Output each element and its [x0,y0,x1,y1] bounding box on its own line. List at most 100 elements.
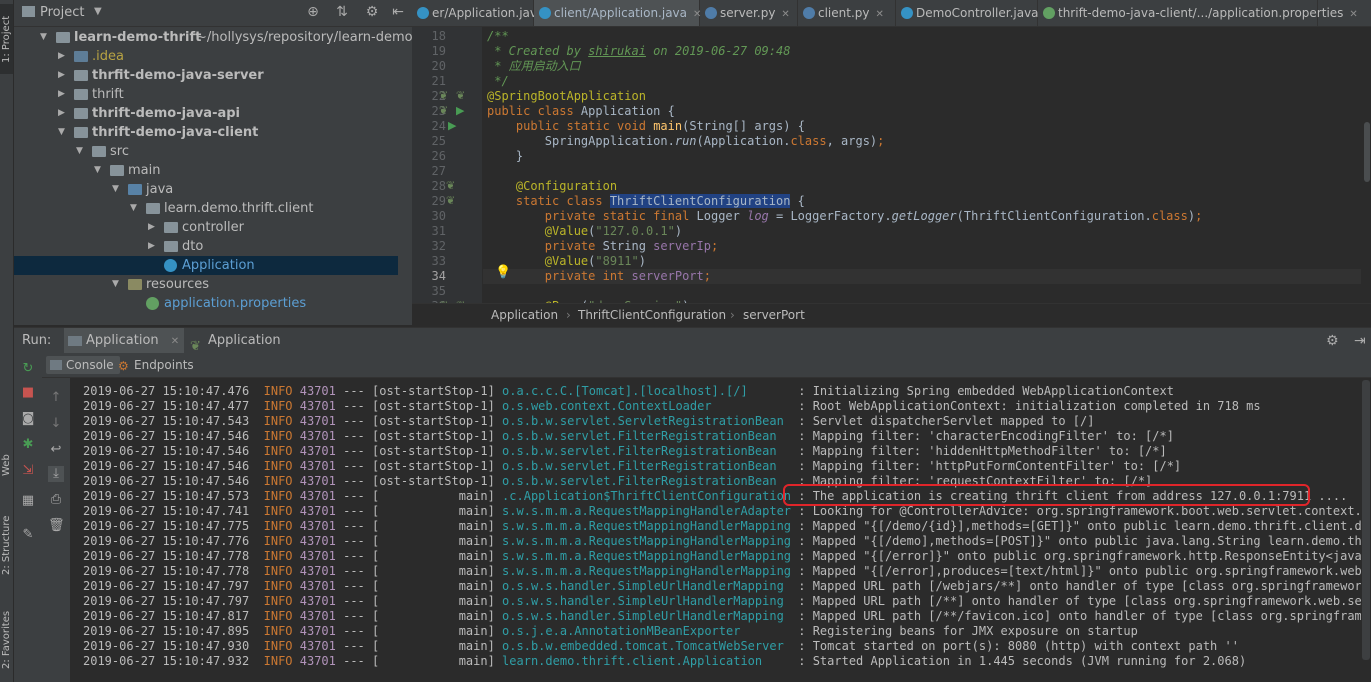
close-icon[interactable]: ✕ [1349,9,1357,20]
tree-item[interactable]: ▼ learn-demo-thrift ~/hollysys/repository/… [14,28,412,47]
exit-icon[interactable]: ⇲ [20,463,36,479]
chevron-down-icon[interactable]: ▼ [58,123,65,142]
close-icon[interactable]: ✕ [781,9,789,20]
chevron-right-icon[interactable]: ▶ [148,218,155,237]
editor-tab[interactable]: client/Application.java ✕ [534,0,701,26]
tree-item[interactable]: ▼ java [14,180,398,199]
editor-tab[interactable]: thrift-demo-java-client/.../application.… [1038,0,1358,26]
hide-icon[interactable]: ⇥ [1354,333,1366,349]
log-pid: 43701 [299,609,336,623]
console-icon [50,360,62,370]
lightbulb-icon[interactable]: 💡 [495,265,511,280]
breadcrumb-item[interactable]: Application [491,304,558,326]
log-timestamp: 2019-06-27 15:10:47.741 [83,504,250,518]
console-output[interactable]: 2019-06-27 15:10:47.476 INFO 43701 --- [… [71,378,1361,682]
editor-scrollbar[interactable] [1363,27,1371,303]
log-level: INFO [249,429,300,443]
hide-icon[interactable]: ⇤ [390,4,406,20]
run-icon[interactable]: ▶ [456,104,464,117]
spring-bean-icon[interactable]: ❦ [456,89,465,102]
structure-tool-button[interactable]: 2: Structure [0,505,13,585]
tree-item[interactable]: ▼ resources [14,275,398,294]
chevron-down-icon[interactable]: ▼ [112,180,119,199]
target-icon[interactable]: ⊕ [305,4,321,20]
log-line: 2019-06-27 15:10:47.741 INFO 43701 --- [… [83,504,1361,519]
tree-item-label: main [128,163,161,178]
web-tool-button[interactable]: Web [0,445,13,485]
chevron-right-icon[interactable]: ▶ [58,66,65,85]
log-message: : Mapping filter: 'httpPutFormContentFil… [791,459,1182,473]
project-tool-button[interactable]: 1: Project [0,4,13,74]
rerun-icon[interactable]: ↻ [20,361,36,377]
tree-item[interactable]: ▶ .idea [14,47,398,66]
trash-icon[interactable]: 🗑 [48,518,65,534]
tab-console[interactable]: Console [46,356,120,374]
code-editor[interactable]: /** * Created by shirukai on 2019-06-27 … [483,27,1361,303]
close-icon[interactable]: ✕ [171,336,179,347]
editor-tab[interactable]: DemoController.java✕ [896,0,1053,26]
breadcrumb-item[interactable]: ThriftClientConfiguration [578,304,726,326]
tree-item[interactable]: ▼ learn.demo.thrift.client [14,199,398,218]
project-view-selector[interactable]: Project [40,5,84,20]
chevron-down-icon[interactable]: ▼ [130,199,137,218]
run-tab[interactable]: ❦ Application ✕ [186,328,296,373]
log-class: s.w.s.m.m.a.RequestMappingHandlerAdapter [502,504,792,518]
log-message: : Mapped URL path [/**] onto handler of … [791,594,1361,608]
log-message: : Registering beans for JMX exposure on … [791,624,1138,638]
log-separator: --- [335,504,372,518]
print-icon[interactable]: ⎙ [48,492,64,508]
tree-item[interactable]: ▶ thrift [14,85,398,104]
log-pid: 43701 [299,549,336,563]
tree-item[interactable]: ▼ src [14,142,398,161]
log-level: INFO [249,624,300,638]
tree-item[interactable]: ▶ controller [14,218,398,237]
chevron-down-icon[interactable]: ▼ [112,275,119,294]
log-level: INFO [249,609,300,623]
pin-icon[interactable]: ✎ [20,527,36,543]
close-icon[interactable]: ✕ [876,9,884,20]
editor-tab[interactable]: er/Application.java [412,0,544,26]
spring-bean-icon[interactable]: ❦ [446,194,455,207]
soft-wrap-icon[interactable]: ↩ [48,442,64,458]
chevron-down-icon[interactable]: ▼ [94,161,101,180]
log-separator: --- [335,549,372,563]
debug-icon[interactable]: ✱ [20,437,36,453]
chevron-down-icon[interactable]: ▼ [94,6,102,17]
spring-bean-icon[interactable]: ❦ [446,179,455,192]
scroll-to-end-icon[interactable]: ⤓ [48,466,64,482]
tree-item[interactable]: Application [14,256,398,275]
layout-icon[interactable]: ▦ [20,493,36,509]
log-message: : Servlet dispatcherServlet mapped to [/… [791,414,1095,428]
tree-item[interactable]: ▶ thrift-demo-java-api [14,104,398,123]
tree-item[interactable]: ▼ main [14,161,398,180]
chevron-down-icon[interactable]: ▼ [76,142,83,161]
tab-endpoints[interactable]: ⚙ Endpoints [114,356,200,374]
run-tab[interactable]: Application ✕ [64,328,184,354]
chevron-right-icon[interactable]: ▶ [58,47,65,66]
favorites-tool-button[interactable]: 2: Favorites [0,600,13,680]
tree-item[interactable]: application.properties [14,294,398,313]
tree-item[interactable]: ▼ thrift-demo-java-client [14,123,398,142]
collapse-icon[interactable]: ⇅ [334,4,350,20]
chevron-down-icon[interactable]: ▼ [40,28,47,47]
stop-icon[interactable]: ■ [20,385,36,401]
spring-bean-icon[interactable]: ❦ [439,89,448,102]
run-icon[interactable]: ▶ [448,119,456,132]
chevron-right-icon[interactable]: ▶ [58,85,65,104]
arrow-down-icon[interactable]: ↓ [48,416,64,432]
editor-tab[interactable]: server.py ✕ [700,0,798,26]
arrow-up-icon[interactable]: ↑ [48,390,64,406]
tree-item[interactable]: ▶ dto [14,237,398,256]
camera-icon[interactable]: ◙ [20,411,36,427]
editor-tab[interactable]: client.py ✕ [798,0,896,26]
chevron-right-icon[interactable]: ▶ [58,104,65,123]
breadcrumb-item[interactable]: serverPort [743,304,805,326]
tree-item[interactable]: ▶ thrfit-demo-java-server [14,66,398,85]
gear-icon[interactable]: ⚙ [364,4,380,20]
spring-bean-icon[interactable]: ❦ [439,104,448,117]
chevron-right-icon[interactable]: ▶ [148,237,155,256]
log-line: 2019-06-27 15:10:47.546 INFO 43701 --- [… [83,459,1181,474]
console-scrollbar[interactable] [1362,380,1370,660]
gear-icon[interactable]: ⚙ [1326,333,1339,349]
log-level: INFO [249,384,300,398]
